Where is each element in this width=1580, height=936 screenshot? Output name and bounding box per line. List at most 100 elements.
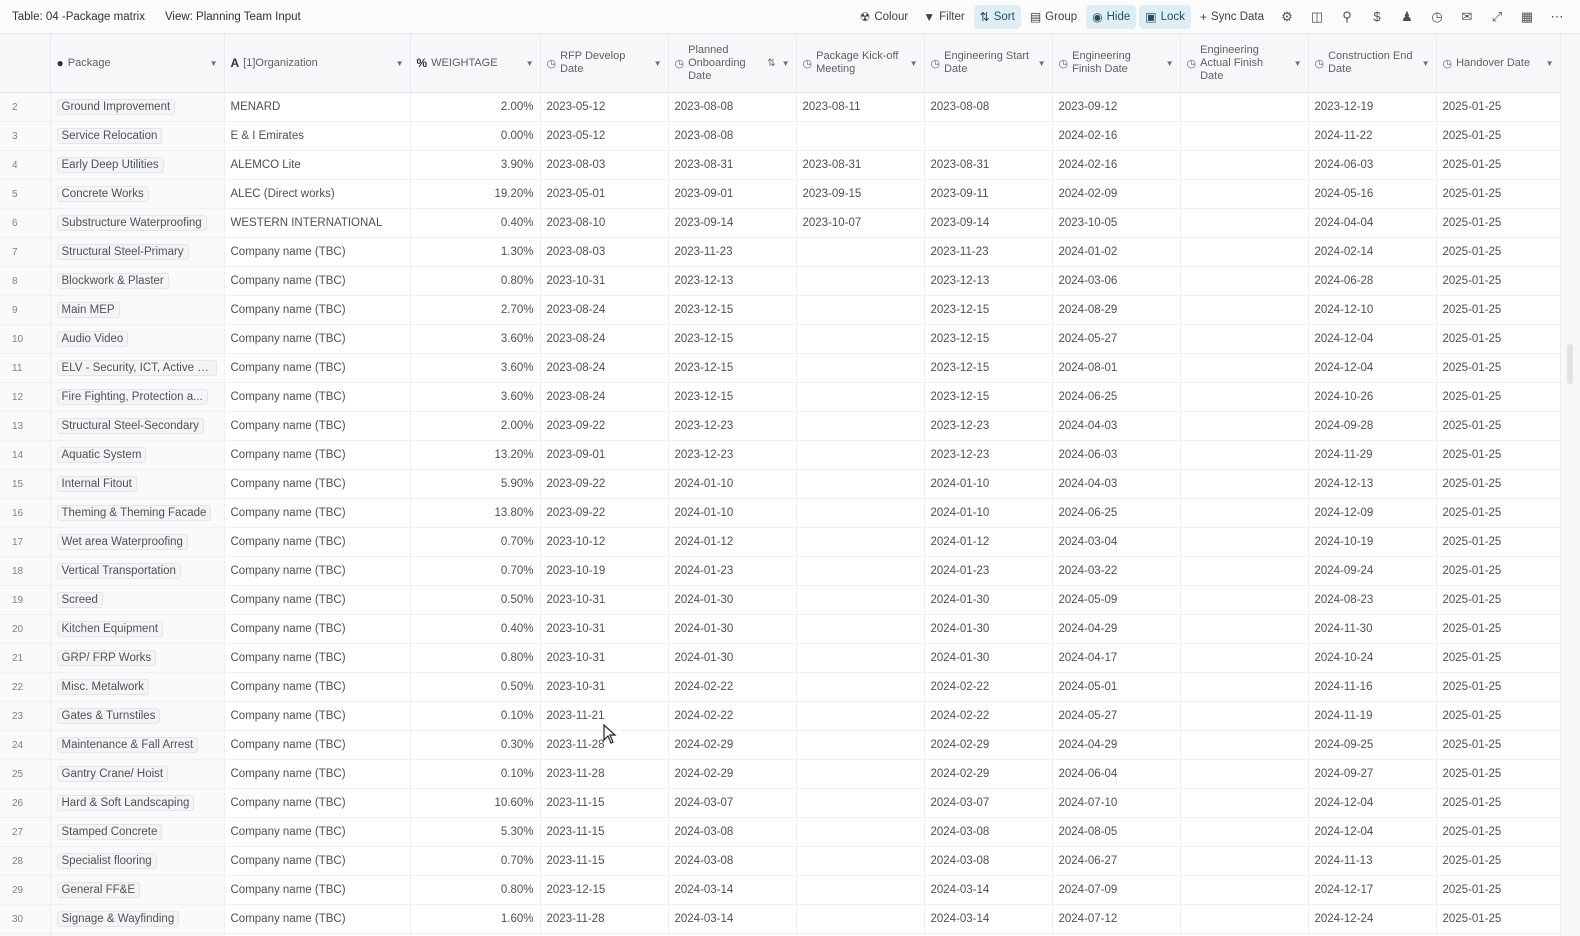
cell-organization[interactable]: Company name (TBC) <box>224 614 411 644</box>
column-header-engineering-actual-finish-date[interactable]: ◷ Engineering Actual Finish Date ▼ <box>1180 34 1309 93</box>
cell-engineering-start-date[interactable]: 2023-11-23 <box>924 237 1053 267</box>
cell-engineering-start-date[interactable]: 2023-08-31 <box>924 150 1053 180</box>
cell-weightage[interactable]: 0.50% <box>410 672 541 702</box>
cell-engineering-start-date[interactable]: 2023-12-15 <box>924 382 1053 412</box>
sync-data-button[interactable]: + Sync Data <box>1194 5 1270 29</box>
cell-planned-onboarding-date[interactable]: 2024-01-30 <box>668 643 797 673</box>
cell-handover-date[interactable]: 2025-01-25 <box>1436 150 1560 180</box>
cell-package-kickoff-meeting[interactable]: 2023-08-11 <box>796 92 925 122</box>
cell-construction-end-date[interactable]: 2024-09-24 <box>1308 556 1437 586</box>
cell-engineering-start-date[interactable]: 2024-01-10 <box>924 498 1053 528</box>
cell-weightage[interactable]: 2.00% <box>410 92 541 122</box>
cell-construction-end-date[interactable]: 2024-02-14 <box>1308 237 1437 267</box>
cell-rfp-develop-date[interactable]: 2023-09-22 <box>540 411 669 441</box>
cell-weightage[interactable]: 1.60% <box>410 904 541 934</box>
package-chip[interactable]: Service Relocation <box>56 128 163 144</box>
cell-engineering-finish-date[interactable]: 2024-03-22 <box>1052 556 1181 586</box>
cell-handover-date[interactable]: 2025-01-25 <box>1436 469 1560 499</box>
table-row[interactable]: 20 Kitchen Equipment Company name (TBC) 0.4… <box>0 614 1560 644</box>
cell-weightage[interactable]: 5.90% <box>410 469 541 499</box>
package-chip[interactable]: Structural Steel-Primary <box>56 244 189 260</box>
table-row[interactable]: 17 Wet area Waterproofing Company name (TB… <box>0 527 1560 557</box>
colour-button[interactable]: ☢ Colour <box>854 5 915 29</box>
cell-handover-date[interactable]: 2025-01-25 <box>1436 179 1560 209</box>
cell-package-kickoff-meeting[interactable] <box>796 846 925 876</box>
package-chip[interactable]: Blockwork & Plaster <box>56 273 169 289</box>
cell-rfp-develop-date[interactable]: 2023-11-15 <box>540 846 669 876</box>
cell-construction-end-date[interactable]: 2024-12-04 <box>1308 324 1437 354</box>
cell-organization[interactable]: Company name (TBC) <box>224 643 411 673</box>
cell-handover-date[interactable]: 2025-01-25 <box>1436 92 1560 122</box>
cell-planned-onboarding-date[interactable]: 2023-09-14 <box>668 208 797 238</box>
cell-rfp-develop-date[interactable]: 2023-11-28 <box>540 904 669 934</box>
cell-engineering-finish-date[interactable]: 2024-06-25 <box>1052 382 1181 412</box>
table-row[interactable]: 4 Early Deep Utilities ALEMCO Lite 3.90% 202… <box>0 150 1560 180</box>
table-row[interactable]: 9 Main MEP Company name (TBC) 2.70% 2023-08-… <box>0 295 1560 325</box>
cell-package[interactable]: Service Relocation <box>50 121 225 151</box>
cell-organization[interactable]: ALEC (Direct works) <box>224 179 411 209</box>
cell-package-kickoff-meeting[interactable] <box>796 614 925 644</box>
cell-engineering-actual-finish-date[interactable] <box>1180 614 1309 644</box>
cell-handover-date[interactable]: 2025-01-25 <box>1436 411 1560 441</box>
cell-rfp-develop-date[interactable]: 2023-11-28 <box>540 730 669 760</box>
column-menu-chevron-icon[interactable]: ▼ <box>910 59 918 68</box>
cell-engineering-start-date[interactable]: 2023-12-13 <box>924 266 1053 296</box>
cell-planned-onboarding-date[interactable]: 2023-08-08 <box>668 92 797 122</box>
column-header-construction-end-date[interactable]: ◷ Construction End Date ▼ <box>1308 34 1437 93</box>
cell-rfp-develop-date[interactable]: 2023-08-10 <box>540 208 669 238</box>
table-row[interactable]: 5 Concrete Works ALEC (Direct works) 19.20%… <box>0 179 1560 209</box>
cell-construction-end-date[interactable]: 2024-12-04 <box>1308 788 1437 818</box>
cell-construction-end-date[interactable]: 2024-09-25 <box>1308 730 1437 760</box>
cell-package[interactable]: Stamped Concrete <box>50 817 225 847</box>
cell-handover-date[interactable]: 2025-01-25 <box>1436 353 1560 383</box>
cell-package[interactable]: GRP/ FRP Works <box>50 643 225 673</box>
cell-engineering-finish-date[interactable]: 2024-06-27 <box>1052 846 1181 876</box>
expand-icon[interactable]: ⤢ <box>1484 5 1510 29</box>
cell-organization[interactable]: Company name (TBC) <box>224 817 411 847</box>
cell-rfp-develop-date[interactable]: 2023-09-01 <box>540 440 669 470</box>
cell-planned-onboarding-date[interactable]: 2023-12-23 <box>668 411 797 441</box>
package-chip[interactable]: Gantry Crane/ Hoist <box>56 766 169 782</box>
cell-engineering-finish-date[interactable]: 2024-03-04 <box>1052 527 1181 557</box>
column-header-organization[interactable]: A [1]Organization ▼ <box>224 34 411 93</box>
cell-handover-date[interactable]: 2025-01-25 <box>1436 585 1560 615</box>
cell-organization[interactable]: Company name (TBC) <box>224 324 411 354</box>
cell-organization[interactable]: Company name (TBC) <box>224 701 411 731</box>
column-header-rfp-develop-date[interactable]: ◷ RFP Develop Date ▼ <box>540 34 669 93</box>
cell-engineering-start-date[interactable]: 2024-03-14 <box>924 904 1053 934</box>
cell-package-kickoff-meeting[interactable] <box>796 701 925 731</box>
package-chip[interactable]: Kitchen Equipment <box>56 621 164 637</box>
cell-weightage[interactable]: 19.20% <box>410 179 541 209</box>
cell-package[interactable]: Misc. Metalwork <box>50 672 225 702</box>
cell-engineering-finish-date[interactable]: 2024-06-04 <box>1052 759 1181 789</box>
package-chip[interactable]: ELV - Security, ICT, Active c... <box>56 360 217 376</box>
cell-planned-onboarding-date[interactable]: 2024-02-22 <box>668 672 797 702</box>
cell-handover-date[interactable]: 2025-01-25 <box>1436 295 1560 325</box>
package-chip[interactable]: GRP/ FRP Works <box>56 650 157 666</box>
cell-construction-end-date[interactable]: 2024-12-17 <box>1308 875 1437 905</box>
cell-engineering-actual-finish-date[interactable] <box>1180 817 1309 847</box>
cell-planned-onboarding-date[interactable]: 2023-12-23 <box>668 440 797 470</box>
cell-package-kickoff-meeting[interactable]: 2023-09-15 <box>796 179 925 209</box>
cell-rfp-develop-date[interactable]: 2023-10-19 <box>540 556 669 586</box>
cell-planned-onboarding-date[interactable]: 2024-01-30 <box>668 585 797 615</box>
cell-package-kickoff-meeting[interactable] <box>796 585 925 615</box>
cell-engineering-finish-date[interactable]: 2024-05-09 <box>1052 585 1181 615</box>
cell-planned-onboarding-date[interactable]: 2024-01-10 <box>668 498 797 528</box>
package-chip[interactable]: Ground Improvement <box>56 99 176 115</box>
cell-construction-end-date[interactable]: 2024-06-28 <box>1308 266 1437 296</box>
cell-rfp-develop-date[interactable]: 2023-10-31 <box>540 266 669 296</box>
cell-planned-onboarding-date[interactable]: 2023-12-15 <box>668 295 797 325</box>
cell-engineering-start-date[interactable]: 2023-09-11 <box>924 179 1053 209</box>
table-row[interactable]: 29 General FF&E Company name (TBC) 0.80% 202… <box>0 875 1560 905</box>
cell-organization[interactable]: Company name (TBC) <box>224 353 411 383</box>
package-chip[interactable]: Signage & Wayfinding <box>56 911 180 927</box>
cell-organization[interactable]: Company name (TBC) <box>224 411 411 441</box>
table-row[interactable]: 13 Structural Steel-Secondary Company name… <box>0 411 1560 441</box>
table-row[interactable]: 7 Structural Steel-Primary Company name (T… <box>0 237 1560 267</box>
cell-engineering-actual-finish-date[interactable] <box>1180 208 1309 238</box>
cell-package[interactable]: Maintenance & Fall Arrest <box>50 730 225 760</box>
cell-organization[interactable]: Company name (TBC) <box>224 556 411 586</box>
cell-engineering-actual-finish-date[interactable] <box>1180 179 1309 209</box>
cell-engineering-finish-date[interactable]: 2024-03-06 <box>1052 266 1181 296</box>
